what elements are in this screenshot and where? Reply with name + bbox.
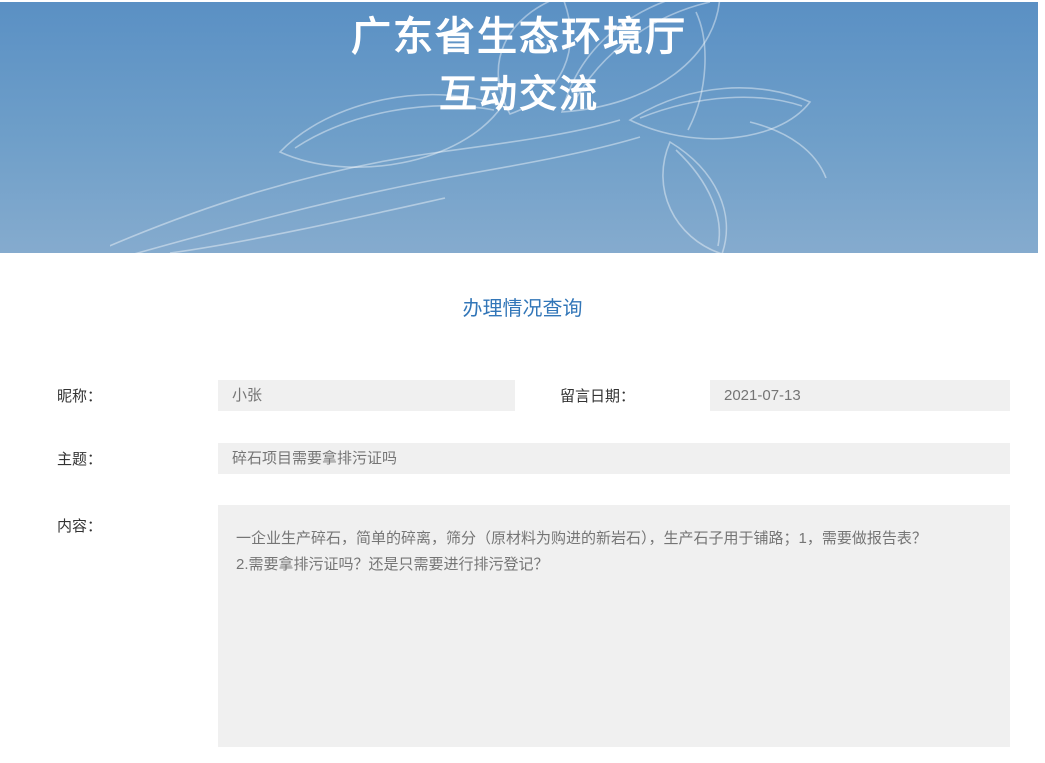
subject-label: 主题： <box>57 448 218 469</box>
nickname-field[interactable]: 小张 <box>218 380 515 411</box>
page-title: 办理情况查询 <box>0 297 1045 321</box>
date-label: 留言日期： <box>560 385 710 406</box>
nickname-label: 昵称： <box>57 385 218 406</box>
subject-field[interactable]: 碎石项目需要拿排污证吗 <box>218 443 1010 474</box>
form-row-nickname-date: 昵称： 小张 留言日期： 2021-07-13 <box>57 380 1045 411</box>
site-subtitle: 互动交流 <box>0 66 1038 124</box>
content-field[interactable]: 一企业生产碎石，简单的碎离，筛分（原材料为购进的新岩石），生产石子用于铺路；1，… <box>218 505 1010 747</box>
content-label: 内容： <box>57 505 218 536</box>
main-content: 办理情况查询 昵称： 小张 留言日期： 2021-07-13 主题： 碎石项目需… <box>0 297 1045 747</box>
form-row-subject: 主题： 碎石项目需要拿排污证吗 <box>57 443 1045 474</box>
page-header: 广东省生态环境厅 互动交流 <box>0 2 1038 253</box>
date-field[interactable]: 2021-07-13 <box>710 380 1010 411</box>
query-result-form: 昵称： 小张 留言日期： 2021-07-13 主题： 碎石项目需要拿排污证吗 … <box>57 380 1045 747</box>
site-title: 广东省生态环境厅 <box>0 2 1038 66</box>
form-row-content: 内容： 一企业生产碎石，简单的碎离，筛分（原材料为购进的新岩石），生产石子用于铺… <box>57 505 1045 747</box>
